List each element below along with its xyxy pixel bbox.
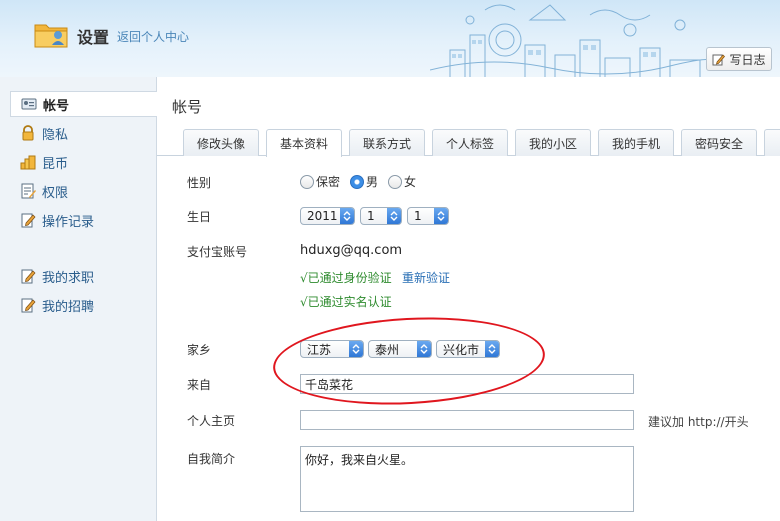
select-value: 2011 — [307, 209, 338, 223]
page-header-title: 设置 — [77, 28, 110, 47]
homepage-input[interactable] — [300, 410, 634, 430]
hometown-county-select[interactable]: 兴化市 — [436, 340, 500, 358]
tab-basic-info[interactable]: 基本资料 — [266, 129, 342, 157]
write-log-label: 写日志 — [729, 52, 766, 67]
sidebar-item-permissions[interactable]: 权限 — [10, 178, 157, 204]
alipay-label: 支付宝账号 — [187, 245, 248, 259]
birth-day-select[interactable]: 1 — [407, 207, 449, 225]
alipay-account-value: hduxg@qq.com — [300, 243, 403, 258]
pencil-note-icon — [712, 53, 726, 65]
gender-label: 性别 — [187, 176, 212, 190]
red-highlight-annotation — [270, 310, 548, 412]
hometown-province-select[interactable]: 江苏 — [300, 340, 364, 358]
sidebar-item-label: 帐号 — [43, 98, 70, 114]
city-doodle-illustration — [430, 4, 720, 77]
birth-month-select[interactable]: 1 — [360, 207, 402, 225]
realname-verified-status: √已通过实名认证 — [300, 295, 392, 309]
select-arrows-icon — [343, 211, 351, 221]
select-arrows-icon — [420, 344, 428, 354]
id-card-icon — [21, 98, 37, 110]
tab-community[interactable]: 我的小区 — [515, 129, 591, 156]
select-value: 泰州 — [375, 342, 400, 357]
tab-bar: 修改头像 基本资料 联系方式 个人标签 我的小区 我的手机 密码安全 — [157, 129, 780, 157]
select-value: 1 — [367, 209, 375, 223]
select-arrows-icon — [488, 344, 496, 354]
tab-mobile[interactable]: 我的手机 — [598, 129, 674, 156]
edit-record-icon — [21, 213, 36, 228]
sidebar-item-job-search[interactable]: 我的求职 — [10, 263, 157, 289]
homepage-hint: 建议加 http://开头 — [648, 415, 749, 429]
header-banner: 设置 返回个人中心 写日志 — [0, 0, 780, 77]
birthday-label: 生日 — [187, 210, 212, 224]
radio-button-checked[interactable] — [350, 174, 365, 189]
sidebar-item-privacy[interactable]: 隐私 — [10, 120, 157, 146]
sidebar: 帐号 隐私 昆币 权限 操作记录 我的求职 我的招聘 — [0, 77, 157, 521]
sidebar-item-recruitment[interactable]: 我的招聘 — [10, 292, 157, 318]
write-log-button[interactable]: 写日志 — [706, 47, 772, 71]
gender-option-female[interactable]: 女 — [388, 173, 416, 190]
tab-password-security[interactable]: 密码安全 — [681, 129, 757, 156]
tab-overflow[interactable] — [764, 129, 780, 156]
select-arrows-icon — [437, 211, 445, 221]
gender-option-male[interactable]: 男 — [350, 173, 378, 190]
coins-icon — [20, 155, 36, 170]
hometown-label: 家乡 — [187, 343, 212, 357]
select-arrows-icon — [390, 211, 398, 221]
from-label: 来自 — [187, 378, 212, 392]
permission-icon — [21, 183, 36, 199]
select-value: 兴化市 — [443, 342, 480, 357]
sidebar-item-label: 隐私 — [42, 127, 69, 143]
back-to-profile-link[interactable]: 返回个人中心 — [117, 28, 189, 45]
gender-option-secret[interactable]: 保密 — [300, 173, 340, 190]
tab-contact[interactable]: 联系方式 — [349, 129, 425, 156]
from-input[interactable] — [300, 374, 634, 394]
hometown-city-select[interactable]: 泰州 — [368, 340, 432, 358]
radio-button[interactable] — [300, 174, 314, 189]
birth-year-select[interactable]: 2011 — [300, 207, 355, 225]
gender-option-label: 女 — [404, 175, 417, 189]
reverify-link[interactable]: 重新验证 — [402, 269, 450, 286]
edit-recruit-icon — [21, 298, 36, 313]
lock-icon — [22, 125, 34, 141]
sidebar-item-label: 我的求职 — [42, 270, 95, 286]
id-verified-status: √已通过身份验证 — [300, 271, 392, 285]
tab-avatar[interactable]: 修改头像 — [183, 129, 259, 156]
main-content: 帐号 修改头像 基本资料 联系方式 个人标签 我的小区 我的手机 密码安全 性别… — [157, 77, 780, 521]
homepage-label: 个人主页 — [187, 414, 236, 428]
gender-radio-group: 保密 男 女 — [300, 173, 416, 190]
page-title: 帐号 — [172, 98, 203, 116]
sidebar-item-operation-log[interactable]: 操作记录 — [10, 207, 157, 233]
tab-tags[interactable]: 个人标签 — [432, 129, 508, 156]
sidebar-item-account[interactable]: 帐号 — [10, 91, 157, 117]
select-value: 江苏 — [307, 342, 332, 357]
sidebar-item-label: 昆币 — [42, 156, 69, 172]
radio-button[interactable] — [388, 174, 403, 189]
settings-folder-icon — [34, 24, 68, 48]
sidebar-item-label: 我的招聘 — [42, 299, 95, 315]
bio-label: 自我简介 — [187, 452, 236, 466]
select-arrows-icon — [352, 344, 360, 354]
sidebar-item-label: 操作记录 — [42, 214, 95, 230]
sidebar-item-label: 权限 — [42, 185, 69, 201]
bio-textarea[interactable]: 你好，我来自火星。 — [300, 446, 634, 512]
sidebar-item-coins[interactable]: 昆币 — [10, 149, 157, 175]
gender-option-label: 男 — [366, 175, 379, 189]
gender-option-label: 保密 — [316, 175, 341, 189]
select-value: 1 — [414, 209, 422, 223]
edit-job-icon — [21, 269, 36, 284]
